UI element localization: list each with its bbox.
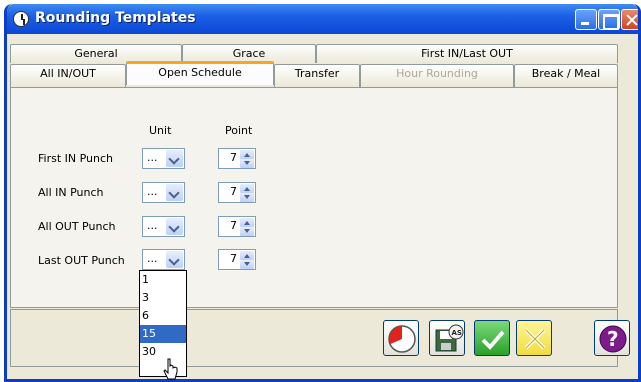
tab-hour-rounding: Hour Rounding: [360, 64, 514, 87]
first-in-point-spinner[interactable]: 7: [218, 148, 256, 169]
spinner-value: 7: [230, 151, 237, 164]
cancel-x-icon: [524, 328, 546, 350]
save-as-button[interactable]: AS: [429, 320, 465, 356]
mouse-cursor-icon: [163, 358, 178, 380]
last-out-point-spinner[interactable]: 7: [218, 249, 256, 270]
chevron-down-icon[interactable]: [166, 150, 183, 167]
first-in-unit-combo[interactable]: ...: [142, 148, 185, 169]
tab-first-in-last-out[interactable]: First IN/Last OUT: [316, 44, 618, 63]
all-in-point-spinner[interactable]: 7: [218, 182, 256, 203]
spinner-value: 7: [230, 252, 237, 265]
ok-button[interactable]: [474, 320, 510, 356]
combo-value: ...: [147, 219, 158, 232]
first-in-punch-label: First IN Punch: [38, 152, 114, 165]
dropdown-option[interactable]: 1: [140, 271, 186, 289]
save-as-icon: AS: [435, 324, 464, 352]
cancel-button[interactable]: [516, 320, 552, 356]
spin-up-icon[interactable]: [240, 150, 254, 159]
dropdown-option-selected[interactable]: 15: [140, 325, 186, 343]
spin-up-icon[interactable]: [240, 218, 254, 227]
clock-icon: [388, 325, 416, 353]
spin-down-icon[interactable]: [240, 159, 254, 168]
spin-down-icon[interactable]: [240, 227, 254, 236]
all-out-unit-combo[interactable]: ...: [142, 216, 185, 237]
chevron-down-icon[interactable]: [166, 251, 183, 268]
unit-column-header: Unit: [149, 124, 172, 137]
all-out-point-spinner[interactable]: 7: [218, 216, 256, 237]
help-icon: ?: [599, 325, 627, 353]
minimize-button[interactable]: [575, 9, 597, 30]
dropdown-option[interactable]: 3: [140, 289, 186, 307]
tab-transfer[interactable]: Transfer: [274, 64, 360, 87]
last-out-unit-combo[interactable]: ...: [142, 249, 185, 270]
combo-value: ...: [147, 185, 158, 198]
all-out-punch-label: All OUT Punch: [38, 220, 116, 233]
title-bar: Rounding Templates: [7, 4, 638, 34]
svg-text:AS: AS: [452, 329, 462, 337]
svg-text:?: ?: [607, 327, 619, 351]
combo-value: ...: [147, 151, 158, 164]
tab-break-meal[interactable]: Break / Meal: [514, 64, 618, 87]
clock-button[interactable]: [383, 320, 419, 356]
tab-all-in-out[interactable]: All IN/OUT: [10, 64, 126, 87]
last-out-punch-label: Last OUT Punch: [38, 254, 125, 267]
point-column-header: Point: [225, 124, 253, 137]
help-button[interactable]: ?: [594, 320, 630, 356]
clock-app-icon: [13, 11, 29, 27]
spin-up-icon[interactable]: [240, 184, 254, 193]
all-in-punch-label: All IN Punch: [38, 186, 104, 199]
all-in-unit-combo[interactable]: ...: [142, 182, 185, 203]
close-button[interactable]: [621, 9, 638, 30]
spin-up-icon[interactable]: [240, 251, 254, 260]
combo-value: ...: [147, 252, 158, 265]
ok-check-icon: [481, 330, 505, 350]
maximize-button[interactable]: [598, 9, 620, 30]
spinner-value: 7: [230, 185, 237, 198]
spin-down-icon[interactable]: [240, 193, 254, 202]
spinner-value: 7: [230, 219, 237, 232]
window-title: Rounding Templates: [35, 10, 196, 26]
chevron-down-icon[interactable]: [166, 218, 183, 235]
chevron-down-icon[interactable]: [166, 184, 183, 201]
tab-open-schedule[interactable]: Open Schedule: [126, 61, 274, 85]
spin-down-icon[interactable]: [240, 260, 254, 269]
dropdown-option[interactable]: 6: [140, 307, 186, 325]
